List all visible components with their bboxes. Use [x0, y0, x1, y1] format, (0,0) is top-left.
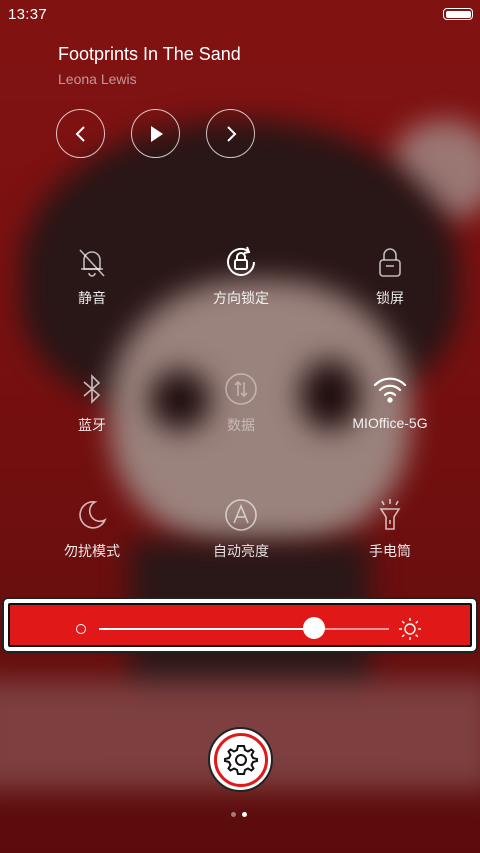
- previous-icon: [75, 125, 85, 142]
- play-icon: [150, 125, 163, 142]
- toggle-dnd-label: 勿扰模式: [64, 543, 120, 559]
- toggle-dnd[interactable]: 勿扰模式: [32, 497, 152, 577]
- toggle-flashlight[interactable]: 手电筒: [330, 497, 450, 577]
- toggle-bluetooth[interactable]: 蓝牙: [32, 371, 152, 451]
- toggle-wifi[interactable]: MIOffice-5G: [330, 371, 450, 451]
- battery-icon: [443, 8, 473, 20]
- brightness-bar: [8, 603, 472, 647]
- toggle-wifi-label: MIOffice-5G: [352, 415, 428, 431]
- brightness-slider-thumb[interactable]: [302, 617, 325, 639]
- brightness-low-icon: [76, 624, 86, 634]
- brightness-slider[interactable]: [99, 628, 389, 630]
- toggle-lock-screen[interactable]: 锁屏: [330, 244, 450, 324]
- toggle-mute[interactable]: 静音: [32, 244, 152, 324]
- toggle-flashlight-label: 手电筒: [369, 543, 411, 559]
- toggle-bluetooth-label: 蓝牙: [78, 417, 106, 433]
- toggle-lock-screen-label: 锁屏: [376, 290, 404, 306]
- status-clock: 13:37: [8, 6, 48, 23]
- toggle-mute-label: 静音: [78, 290, 106, 306]
- play-button[interactable]: [131, 109, 180, 158]
- music-controls: [56, 109, 256, 159]
- toggle-rotation-lock[interactable]: 方向锁定: [181, 244, 301, 324]
- next-icon: [226, 125, 236, 142]
- status-bar: 13:37: [0, 0, 480, 28]
- song-title: Footprints In The Sand: [58, 44, 241, 64]
- settings-button[interactable]: [208, 727, 273, 792]
- brightness-high-icon: [399, 618, 421, 640]
- bluetooth-icon: [83, 374, 101, 404]
- toggle-data-label: 数据: [227, 417, 255, 433]
- toggle-auto-brightness[interactable]: 自动亮度: [181, 497, 301, 577]
- previous-button[interactable]: [56, 109, 105, 158]
- wifi-icon: [373, 377, 407, 403]
- bell-off-icon: [79, 249, 105, 277]
- toggle-rotation-lock-label: 方向锁定: [213, 290, 269, 306]
- gear-icon: [223, 744, 258, 775]
- auto-brightness-icon: [225, 499, 257, 531]
- brightness-panel: [2, 597, 478, 653]
- rotation-lock-icon: [227, 246, 255, 276]
- data-icon: [225, 373, 257, 405]
- page-dot-active[interactable]: [242, 812, 247, 817]
- page-dot[interactable]: [231, 812, 236, 817]
- lock-icon: [379, 248, 401, 277]
- brightness-slider-fill: [99, 628, 314, 630]
- page-indicator: [231, 812, 251, 820]
- flashlight-icon: [379, 499, 401, 530]
- music-info: Footprints In The Sand Leona Lewis: [58, 44, 241, 87]
- song-artist: Leona Lewis: [58, 71, 137, 87]
- toggle-data[interactable]: 数据: [181, 371, 301, 451]
- moon-icon: [79, 501, 107, 529]
- toggle-auto-brightness-label: 自动亮度: [213, 543, 269, 559]
- next-button[interactable]: [206, 109, 255, 158]
